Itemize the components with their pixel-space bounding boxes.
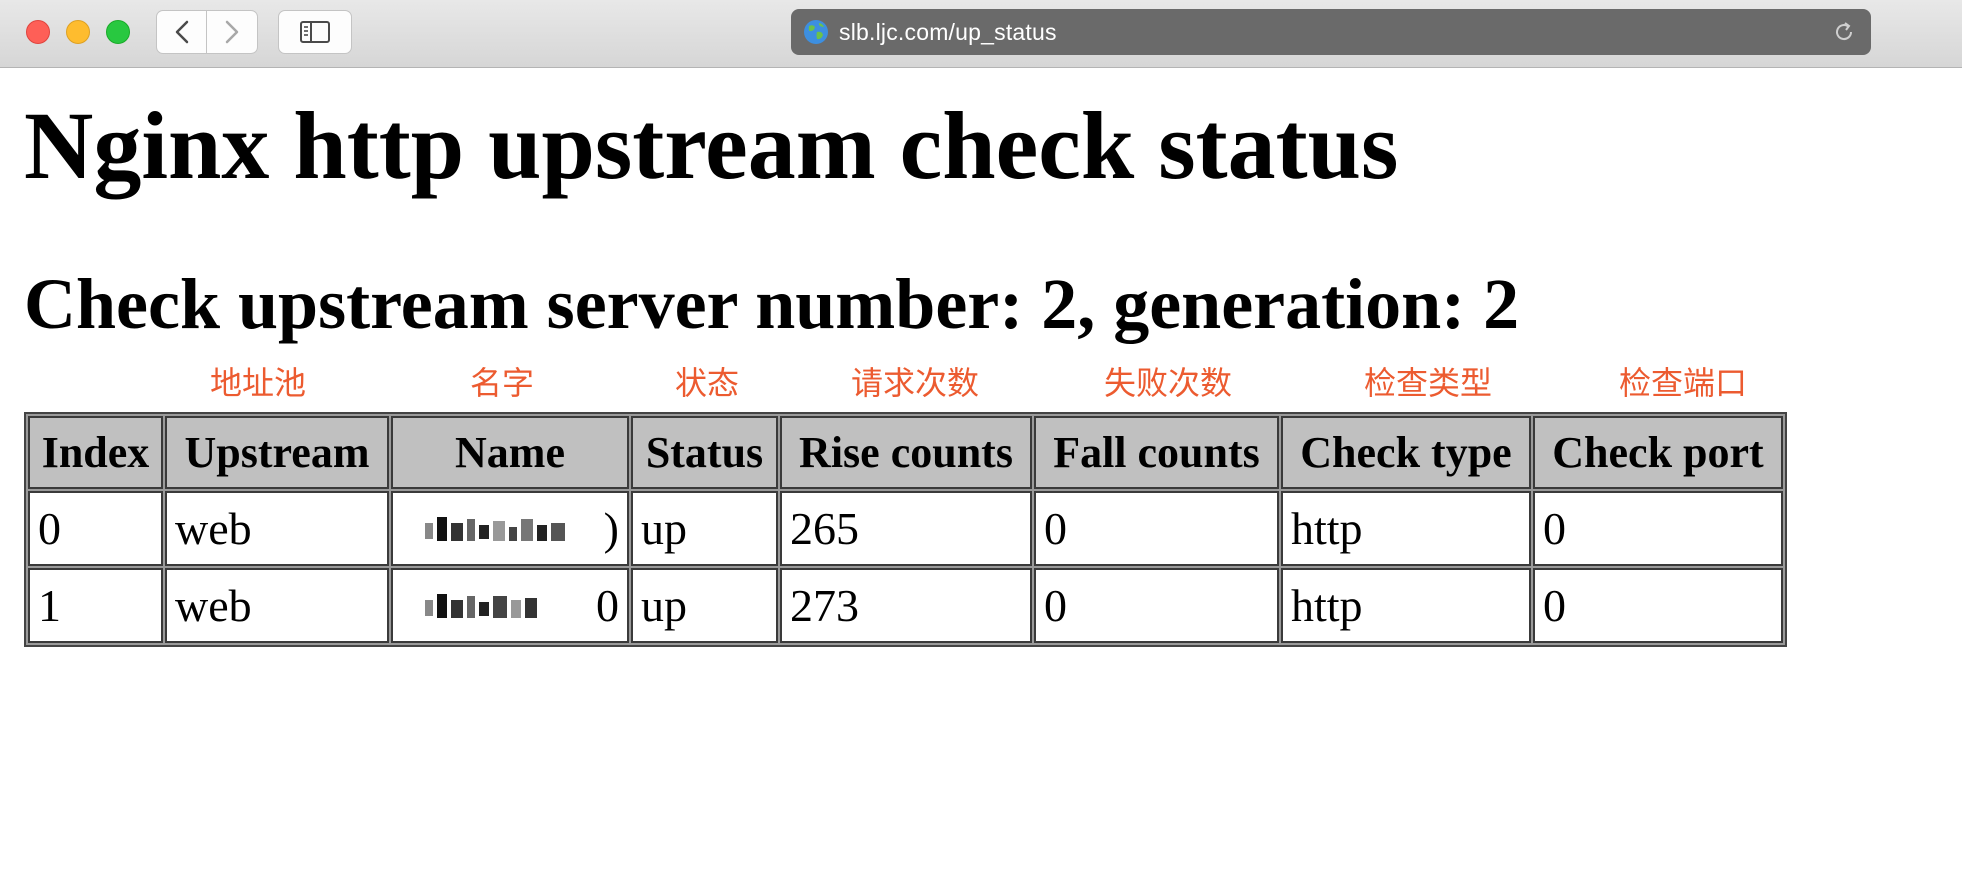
page-subtitle: Check upstream server number: 2, generat… [24,264,1520,344]
window-close-button[interactable] [26,20,50,44]
cell-upstream: web [165,491,389,566]
url-text[interactable]: slb.ljc.com/up_status [839,19,1057,46]
globe-icon [803,19,829,45]
name-visible-suffix: 0 [596,580,619,631]
cell-fall-counts: 0 [1034,568,1279,643]
cell-name: ) [391,491,629,566]
name-visible-suffix: ) [603,503,619,554]
forward-button[interactable] [207,10,258,54]
address-bar[interactable]: slb.ljc.com/up_status [791,9,1871,55]
table-row: 1 web 0 up 273 0 http 0 [28,568,1783,643]
page-content: Nginx http upstream check status Check u… [0,68,1962,872]
cell-status: up [631,491,778,566]
reload-icon [1836,22,1853,41]
annotation-name: 名字 [469,364,535,402]
table-header-row: Index Upstream Name Status Rise counts F… [28,416,1783,489]
annotation-check-type: 检查类型 [1363,364,1493,402]
cell-check-type: http [1281,568,1531,643]
annotation-status: 状态 [674,364,740,402]
page-title: Nginx http upstream check status [24,92,1399,199]
cell-fall-counts: 0 [1034,491,1279,566]
cell-rise-counts: 273 [780,568,1032,643]
annotation-fall-counts: 失败次数 [1103,364,1233,402]
cell-status: up [631,568,778,643]
header-check-type: Check type [1281,416,1531,489]
header-rise-counts: Rise counts [780,416,1032,489]
browser-toolbar: slb.ljc.com/up_status [0,0,1962,68]
header-fall-counts: Fall counts [1034,416,1279,489]
header-name: Name [391,416,629,489]
cell-check-port: 0 [1533,491,1783,566]
upstream-status-table: Index Upstream Name Status Rise counts F… [24,412,1787,647]
back-button[interactable] [156,10,207,54]
cell-check-type: http [1281,491,1531,566]
header-check-port: Check port [1533,416,1783,489]
cell-index: 1 [28,568,163,643]
header-status: Status [631,416,778,489]
cell-check-port: 0 [1533,568,1783,643]
reload-button[interactable] [1831,19,1857,45]
chevron-right-icon [225,20,239,44]
redacted-name [393,493,627,564]
cell-rise-counts: 265 [780,491,1032,566]
table-row: 0 web ) up 265 0 http 0 [28,491,1783,566]
cell-upstream: web [165,568,389,643]
cell-index: 0 [28,491,163,566]
annotation-check-port: 检查端口 [1618,364,1748,402]
window-maximize-button[interactable] [106,20,130,44]
sidebar-toggle-button[interactable] [278,10,352,54]
cell-name: 0 [391,568,629,643]
chevron-left-icon [175,20,188,44]
header-upstream: Upstream [165,416,389,489]
sidebar-icon [300,21,330,43]
nav-button-group [156,10,260,54]
redacted-name [393,570,627,641]
annotation-upstream: 地址池 [209,364,307,402]
window-minimize-button[interactable] [66,20,90,44]
annotation-rise-counts: 请求次数 [850,364,980,402]
header-index: Index [28,416,163,489]
